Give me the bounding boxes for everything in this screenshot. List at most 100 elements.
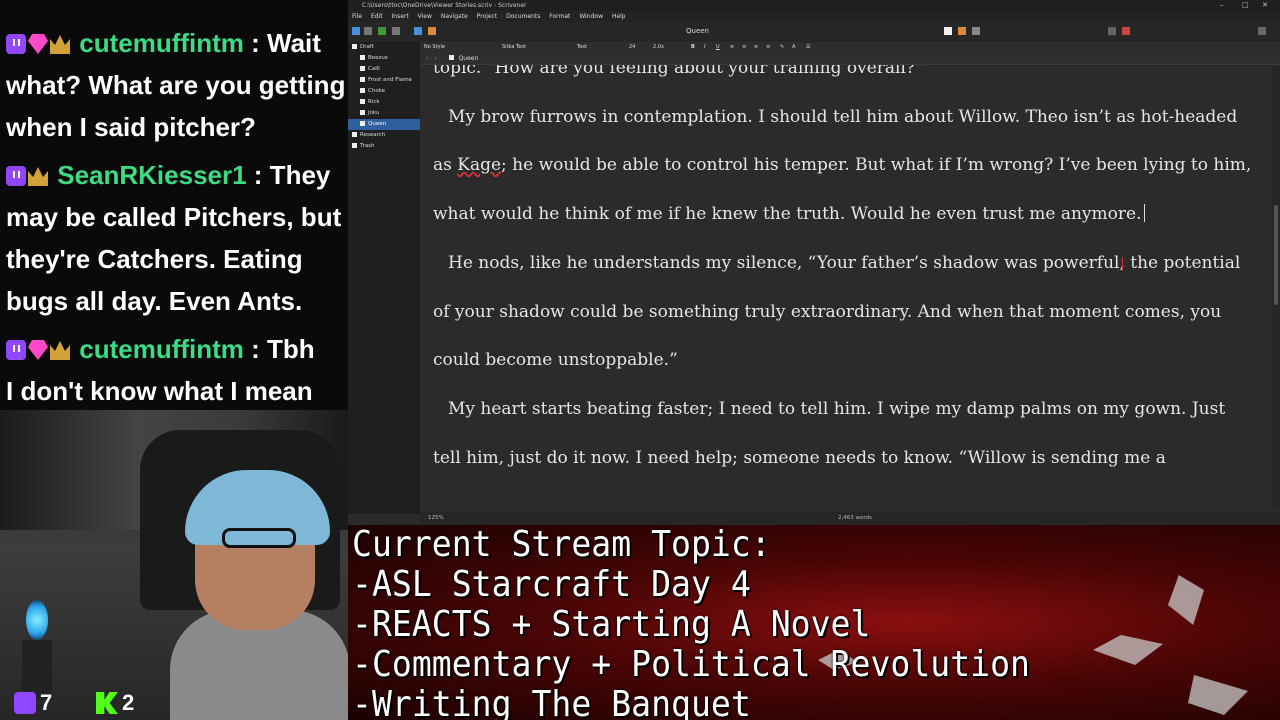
menu-bar: File Edit Insert View Navigate Project D…: [348, 11, 1280, 22]
view-mode-outline-icon[interactable]: [972, 27, 980, 35]
font-select[interactable]: Sitka Text: [502, 42, 526, 53]
topic-item: -ASL Starcraft Day 4: [352, 564, 751, 605]
binder-item-choke[interactable]: Choke: [348, 86, 420, 97]
binder-item-beezus[interactable]: Beezus: [348, 53, 420, 64]
align-left-icon[interactable]: ≡: [730, 42, 734, 53]
menu-format[interactable]: Format: [549, 13, 570, 20]
underline-icon[interactable]: U: [716, 42, 720, 53]
menu-edit[interactable]: Edit: [371, 13, 383, 20]
text-color-icon[interactable]: A: [792, 42, 795, 53]
inspector-toggle-icon[interactable]: [1258, 27, 1266, 35]
mouse-ibeam-cursor-icon: [1122, 257, 1126, 271]
chat-username: cutemuffintm: [79, 28, 244, 58]
close-icon[interactable]: ✕: [1262, 0, 1268, 11]
add-icon[interactable]: [378, 27, 386, 35]
decorative-shard: [1188, 675, 1248, 715]
toolbar-document-title: Queen: [686, 27, 709, 35]
document-icon: [360, 88, 365, 93]
menu-project[interactable]: Project: [477, 13, 498, 20]
topic-item: -Writing The Banquet: [352, 684, 751, 720]
justify-icon[interactable]: ≡: [766, 42, 770, 53]
window-titlebar: C:\Users\ttoc\OneDrive\Viewer Stories.sc…: [348, 0, 1280, 11]
chat-message: SeanRKiesser1 : They may be called Pitch…: [6, 154, 348, 322]
list-icon[interactable]: ☰: [806, 42, 810, 53]
gem-badge-icon: [28, 34, 48, 54]
view-mode-document-icon[interactable]: [944, 27, 952, 35]
paragraph: topic. "How are you feeling about your t…: [433, 65, 923, 78]
chat-text: when I said pitcher?: [6, 112, 256, 142]
font-size-select[interactable]: 24: [629, 42, 635, 53]
view-mode-corkboard-icon[interactable]: [958, 27, 966, 35]
binder-item-frost-and-flame[interactable]: Frost and Flame: [348, 75, 420, 86]
delete-icon[interactable]: [392, 27, 400, 35]
align-right-icon[interactable]: ≡: [754, 42, 758, 53]
chat-message: cutemuffintm : Wait what? What are you g…: [6, 22, 348, 148]
chat-text: they're Catchers. Eating: [6, 244, 303, 274]
binder-item-queen[interactable]: Queen: [348, 119, 420, 130]
binder-item-calli[interactable]: Calli: [348, 64, 420, 75]
binder-item-rick[interactable]: Rick: [348, 97, 420, 108]
italic-icon[interactable]: I: [704, 42, 705, 53]
menu-documents[interactable]: Documents: [506, 13, 540, 20]
forward-arrow-icon[interactable]: ›: [434, 55, 436, 62]
minimize-icon[interactable]: –: [1220, 0, 1224, 11]
folder-icon: [352, 132, 357, 137]
topic-item: -REACTS + Starting A Novel: [352, 604, 871, 645]
chat-username: cutemuffintm: [79, 334, 244, 364]
misspelled-word[interactable]: Kage: [457, 155, 501, 175]
chat-text: : They: [246, 160, 331, 190]
maximize-icon[interactable]: □: [1242, 0, 1249, 11]
back-arrow-icon[interactable]: ‹: [426, 55, 428, 62]
scrivener-window: C:\Users\ttoc\OneDrive\Viewer Stories.sc…: [348, 0, 1280, 525]
menu-navigate[interactable]: Navigate: [441, 13, 468, 20]
bold-icon[interactable]: B: [691, 42, 695, 53]
crown-badge-icon: [28, 167, 48, 186]
twitch-badge-icon: [6, 166, 26, 186]
scrollbar-thumb[interactable]: [1274, 205, 1278, 305]
menu-window[interactable]: Window: [579, 13, 603, 20]
typeface-select[interactable]: Text: [577, 42, 587, 53]
align-center-icon[interactable]: ≡: [742, 42, 746, 53]
folder-icon: [352, 44, 357, 49]
binder-item-joku[interactable]: Joku: [348, 108, 420, 119]
chat-text: : Wait: [243, 28, 321, 58]
menu-insert[interactable]: Insert: [392, 13, 409, 20]
lava-lamp: [26, 600, 48, 640]
twitch-viewer-count: 7: [14, 690, 52, 716]
stream-topic-list: Current Stream Topic: -ASL Starcraft Day…: [352, 525, 1030, 720]
editor-scrollbar[interactable]: [1272, 65, 1280, 510]
bookmark-icon[interactable]: [1122, 27, 1130, 35]
compile-icon[interactable]: [414, 27, 422, 35]
menu-file[interactable]: File: [352, 13, 362, 20]
chat-text: bugs all day. Even Ants.: [6, 286, 303, 316]
crown-badge-icon: [50, 341, 70, 360]
binder-item-draft[interactable]: Draft: [348, 42, 420, 53]
editor-footer: 125% 2,463 words: [420, 512, 1280, 525]
paragraph: My brow furrows in contemplation. I shou…: [433, 106, 1252, 225]
paragraph: He nods, like he understands my silence,…: [433, 252, 1241, 371]
chat-text: what? What are you getting: [6, 70, 346, 100]
document-icon: [360, 110, 365, 115]
kick-viewer-count: 2: [96, 690, 134, 716]
paragraph: My heart starts beating faster; I need t…: [433, 398, 1226, 468]
document-icon: [360, 77, 365, 82]
menu-view[interactable]: View: [418, 13, 432, 20]
editor-text-area[interactable]: topic. "How are you feeling about your t…: [420, 65, 1272, 510]
editor-header: ‹ › Queen: [420, 53, 1280, 65]
chat-username: SeanRKiesser1: [57, 160, 247, 190]
style-select[interactable]: No Style: [424, 42, 445, 53]
document-icon: [360, 55, 365, 60]
binder-item-research[interactable]: Research: [348, 130, 420, 141]
edit-icon[interactable]: [428, 27, 436, 35]
share-icon[interactable]: [1108, 27, 1116, 35]
line-spacing-select[interactable]: 2.0x: [653, 42, 664, 53]
topic-heading: Current Stream Topic:: [352, 525, 771, 565]
highlight-icon[interactable]: ✎: [780, 42, 784, 53]
zoom-level[interactable]: 125%: [428, 512, 444, 525]
editor-document-title: Queen: [458, 55, 479, 62]
binder-item-trash[interactable]: Trash: [348, 141, 420, 152]
manuscript-text[interactable]: topic. "How are you feeling about your t…: [433, 65, 1253, 482]
folder-icon[interactable]: [364, 27, 372, 35]
binder-toggle-icon[interactable]: [352, 27, 360, 35]
menu-help[interactable]: Help: [612, 13, 626, 20]
